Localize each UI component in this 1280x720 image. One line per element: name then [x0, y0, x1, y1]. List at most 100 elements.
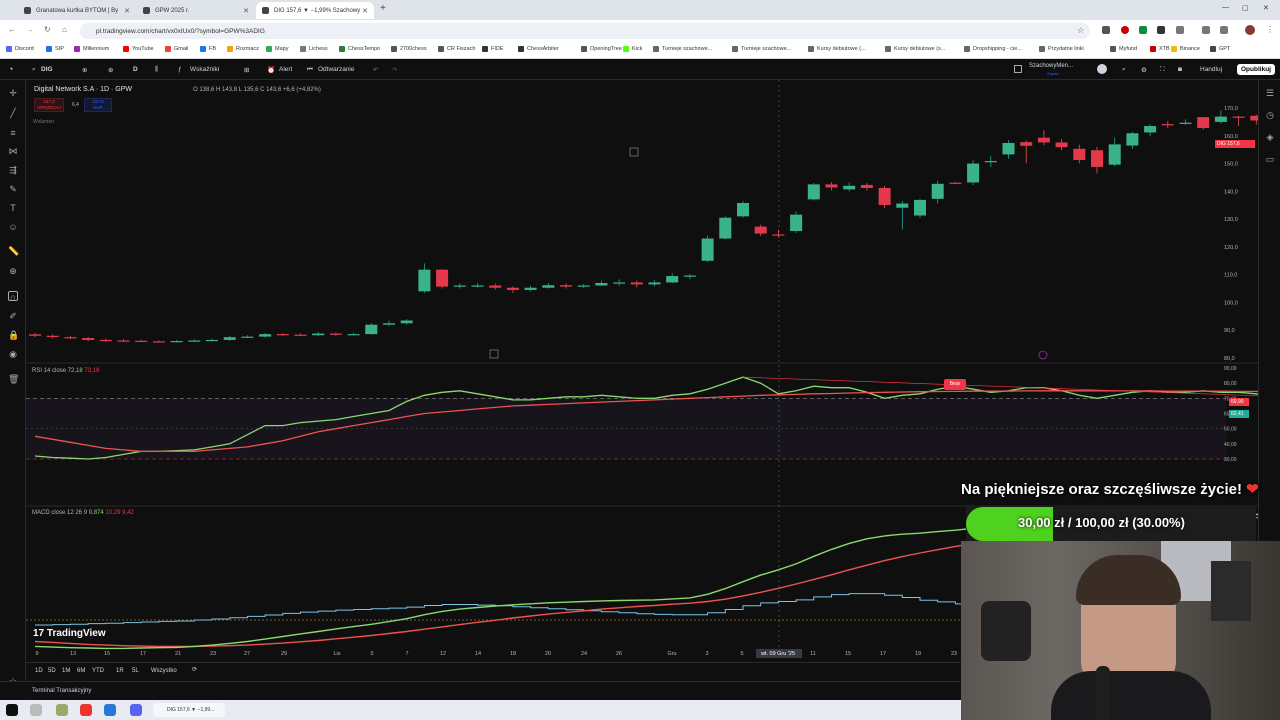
- taskbar-browser-window[interactable]: DIG 157,6 ▼ −1,99...: [153, 703, 225, 717]
- browser-tab-3[interactable]: DIG 157,6 ▼ −1,99% Szachowy ✕: [256, 2, 374, 19]
- ruler-icon[interactable]: 📏: [8, 246, 19, 256]
- undo-icon[interactable]: ↶: [373, 66, 378, 74]
- bookmark-item[interactable]: FIDE: [482, 46, 504, 52]
- bookmark-item[interactable]: Turnieje szachowe...: [653, 46, 712, 52]
- bookmark-item[interactable]: Turnieje szachowe...: [732, 46, 791, 52]
- camera-icon[interactable]: ◙: [1178, 66, 1182, 73]
- bookmark-item[interactable]: Mapy: [266, 46, 288, 52]
- add-symbol-icon[interactable]: ⊕: [108, 66, 113, 74]
- bookmark-item[interactable]: Rozmacz: [227, 46, 259, 52]
- text-icon[interactable]: T: [8, 203, 18, 213]
- bookmark-item[interactable]: FB: [200, 46, 216, 52]
- close-tab-icon[interactable]: ✕: [243, 7, 249, 15]
- bookmark-item[interactable]: ChessTempo: [339, 46, 380, 52]
- bookmark-item[interactable]: 2700chess: [391, 46, 427, 52]
- buy-button[interactable]: 157,6 KUP: [84, 98, 112, 112]
- symbol-search-icon[interactable]: ⌕: [32, 66, 36, 74]
- bookmark-item[interactable]: Discord: [6, 46, 34, 52]
- bookmark-star-icon[interactable]: ☆: [1077, 26, 1084, 35]
- close-tab-icon[interactable]: ✕: [124, 7, 130, 15]
- extension-gmail-icon[interactable]: [1102, 26, 1110, 34]
- profile-avatar[interactable]: [1245, 25, 1255, 35]
- range-button[interactable]: 1M: [62, 668, 70, 674]
- bookmark-item[interactable]: YouTube: [123, 46, 154, 52]
- bear-divergence-label[interactable]: Bear: [944, 379, 966, 390]
- publish-button[interactable]: Opublikuj: [1237, 64, 1275, 75]
- bookmark-item[interactable]: Gmail: [165, 46, 188, 52]
- forward-icon[interactable]: →: [26, 25, 34, 34]
- replay-button[interactable]: Odtwarzanie: [318, 66, 355, 73]
- home-icon[interactable]: ⌂: [62, 25, 67, 34]
- close-tab-icon[interactable]: ✕: [362, 7, 368, 15]
- zoom-icon[interactable]: ⊕: [8, 266, 18, 276]
- layout-icon[interactable]: [1014, 65, 1022, 73]
- reload-icon[interactable]: ↻: [44, 25, 51, 34]
- trade-button[interactable]: Handluj: [1200, 66, 1222, 73]
- lock-icon[interactable]: 🔒: [8, 330, 19, 340]
- taskbar-app-icon[interactable]: [80, 704, 92, 716]
- layout-save-label[interactable]: Zapisz: [1047, 71, 1059, 76]
- minimize-icon[interactable]: —: [1222, 4, 1229, 11]
- extensions-puzzle-icon[interactable]: [1176, 26, 1184, 34]
- trendline-icon[interactable]: ╱: [8, 108, 18, 118]
- pattern-icon[interactable]: ⋈: [8, 146, 18, 156]
- cursor-icon[interactable]: ✛: [8, 88, 18, 98]
- range-button[interactable]: YTD: [92, 668, 104, 674]
- emoji-icon[interactable]: ☺: [8, 222, 18, 232]
- sell-button[interactable]: 157,2 SPRZEDAJ: [34, 98, 64, 112]
- watchlist-icon[interactable]: ☰: [1265, 88, 1275, 98]
- bookmark-item[interactable]: Przydatne linki: [1039, 46, 1084, 52]
- symbol-search-button[interactable]: DIG: [41, 66, 53, 73]
- windows-start-icon[interactable]: [6, 704, 18, 716]
- bookmark-item[interactable]: Kick: [623, 46, 642, 52]
- layers-icon[interactable]: ◈: [1265, 132, 1275, 142]
- volume-legend[interactable]: Wolumen: [33, 119, 54, 125]
- trash-icon[interactable]: 🗑: [8, 374, 19, 384]
- bookmark-item[interactable]: XTB: [1150, 46, 1170, 52]
- bookmark-item[interactable]: Dropshipping - cie...: [964, 46, 1022, 52]
- download-icon[interactable]: [1220, 26, 1228, 34]
- bookmark-item[interactable]: GPT: [1210, 46, 1230, 52]
- bookmark-item[interactable]: Lichess: [300, 46, 328, 52]
- browser-tab-1[interactable]: Granatowa kurtka BYTOM | By ✕: [18, 2, 136, 19]
- forecast-icon[interactable]: ⇶: [8, 165, 18, 175]
- indicators-button[interactable]: Wskaźniki: [190, 66, 219, 73]
- discord-taskbar-icon[interactable]: [130, 704, 142, 716]
- draw-mode-icon[interactable]: ✐: [8, 311, 18, 321]
- range-button[interactable]: Wszystko: [151, 668, 177, 674]
- extension-red-icon[interactable]: [1121, 26, 1129, 34]
- bookmark-item[interactable]: CR Fiszach: [438, 46, 475, 52]
- fib-icon[interactable]: ≡: [8, 128, 18, 138]
- range-button[interactable]: 5L: [132, 668, 139, 674]
- url-field[interactable]: pl.tradingview.com/chart/vx0xtUx0/?symbo…: [80, 23, 1090, 39]
- extension-download-icon[interactable]: [1139, 26, 1147, 34]
- taskbar-search-icon[interactable]: [30, 704, 42, 716]
- extension-icon[interactable]: [1157, 26, 1165, 34]
- taskbar-app-icon[interactable]: [104, 704, 116, 716]
- range-button[interactable]: 5D: [48, 668, 56, 674]
- bookmark-item[interactable]: Kursy debiutowe (...: [808, 46, 866, 52]
- bookmark-item[interactable]: SIP: [46, 46, 64, 52]
- terminal-label[interactable]: Terminal Transakcyjny: [32, 688, 91, 694]
- bookmark-item[interactable]: OpeningTree: [581, 46, 622, 52]
- chat-icon[interactable]: ▭: [1265, 154, 1275, 164]
- settings-gear-icon[interactable]: ⚙: [1141, 66, 1147, 74]
- layout-status-icon[interactable]: [1097, 64, 1107, 74]
- range-button[interactable]: 1D: [35, 668, 43, 674]
- back-icon[interactable]: ←: [8, 25, 16, 34]
- range-button[interactable]: 6M: [77, 668, 85, 674]
- templates-icon[interactable]: ⊞: [244, 66, 249, 74]
- range-button[interactable]: 1R: [116, 668, 124, 674]
- maximize-icon[interactable]: ▢: [1242, 4, 1249, 12]
- fullscreen-icon[interactable]: ⛶: [1160, 66, 1165, 74]
- brush-icon[interactable]: ✎: [8, 184, 18, 194]
- terminal-panel[interactable]: Terminal Transakcyjny: [0, 681, 960, 699]
- window-close-icon[interactable]: ✕: [1263, 4, 1269, 12]
- browser-tab-2[interactable]: GPW 2025 r. ✕: [137, 2, 255, 19]
- alert-button[interactable]: Alert: [279, 66, 292, 73]
- bookmark-item[interactable]: ChessArbiter: [518, 46, 559, 52]
- candles-icon[interactable]: ⫼: [155, 66, 158, 74]
- search-icon[interactable]: ⌕: [1122, 66, 1126, 74]
- tv-menu-icon[interactable]: ◔: [8, 64, 13, 74]
- sidebar-icon[interactable]: [1202, 26, 1210, 34]
